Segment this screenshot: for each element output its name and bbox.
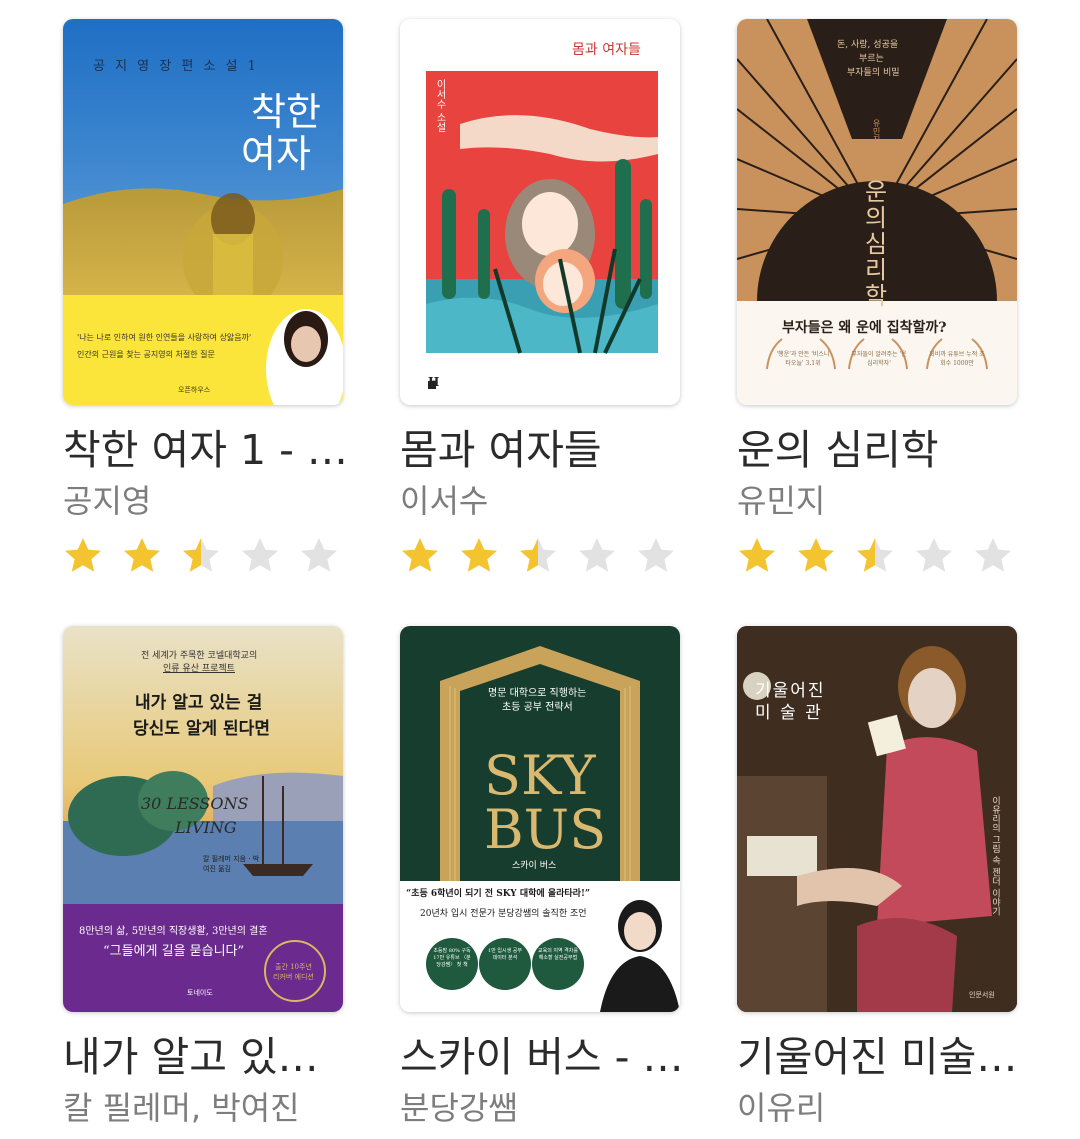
cover-award: 리커버 에디션	[273, 973, 314, 981]
cover-publisher-mark: H	[428, 375, 440, 389]
cover-publisher: 오픈하우스	[178, 386, 211, 394]
cover-small-title: 스카이 버스	[512, 861, 557, 871]
star-icon	[798, 538, 834, 572]
star-icon	[461, 538, 497, 572]
cover-question: 부자들은 왜 운에 집착할까?	[782, 320, 947, 336]
cover-badge: 회비까 유튜브 누적 조회수 1000만	[929, 351, 985, 367]
rating-stars	[400, 536, 690, 576]
cover-publisher: 인문서원	[969, 991, 995, 999]
book-title[interactable]: 몸과 여자들	[400, 425, 700, 475]
star-icon	[65, 538, 101, 572]
cover-quote: “초등 6학년이 되기 전 SKY 대학에 올라타라!”	[406, 889, 591, 899]
cover-series: 공 지 영 장 편 소 설 1	[93, 59, 259, 74]
cover-circle-text: 1만 입시생 공부 데이터 분석	[488, 948, 522, 961]
cover-vertical-text: 이서수 소설	[434, 79, 445, 133]
cover-title-vertical: 운 의 심 리 학	[861, 179, 891, 309]
star-icon	[739, 538, 775, 572]
cover-title: 미 술 관	[755, 703, 823, 723]
book-cover[interactable]: 기울어진 미 술 관 이유리의 그림 속 젠더 이야기 인문서원	[737, 626, 1017, 1012]
book-cover[interactable]: 돈, 사랑, 성공을 부르는 부자들의 비밀 유민지 지음 운 의 심 리 학 …	[737, 19, 1017, 405]
star-icon	[402, 538, 438, 572]
cover-title-char: 운	[864, 178, 888, 206]
book-cover[interactable]: 전 세계가 주목한 코넬대학교의 인류 유산 프로젝트 내가 알고 있는 걸 당…	[63, 626, 343, 1012]
book-author: 이유리	[737, 1089, 826, 1127]
cover-big-title: BUS	[484, 798, 607, 861]
cover-bottom: “그들에게 길을 묻습니다”	[103, 944, 245, 959]
cover-art	[63, 19, 343, 405]
book-author: 칼 필레머, 박여진	[63, 1089, 300, 1127]
cover-publisher: 토네이도	[187, 989, 213, 997]
cover-title-char: 심	[864, 230, 888, 258]
cover-title-char: 학	[864, 282, 888, 310]
cover-title-char: 리	[864, 256, 888, 284]
cover-award: 출간 10주년	[275, 963, 312, 971]
book-author: 공지영	[63, 482, 152, 520]
star-icon	[242, 538, 278, 572]
cover-english: 30 LESSONS	[141, 794, 249, 813]
book-grid: 공 지 영 장 편 소 설 1 착한 여자 '나는 나로 인하여 원한 인연들을…	[0, 0, 1080, 1139]
cover-line: 전 세계가 주목한 코넬대학교의	[141, 651, 258, 661]
book-cover[interactable]: 공 지 영 장 편 소 설 1 착한 여자 '나는 나로 인하여 원한 인연들을…	[63, 19, 343, 405]
book-title[interactable]: 내가 알고 있…	[63, 1032, 363, 1082]
cover-line: 20년차 입시 전문가 분당강쌤의 솔직한 조언	[420, 909, 587, 919]
cover-badge: '행운'과 만든 '비스니타오늘' 3.1위	[776, 351, 830, 367]
star-icon	[579, 538, 615, 572]
cover-top-line: 돈, 사랑, 성공을	[837, 40, 899, 50]
cover-translator: 칼 필레머 지음 · 박여진 옮김	[203, 855, 260, 873]
cover-badge: 부자들이 알려주는 '운 심리학자'	[851, 351, 907, 367]
cover-top-title: 몸과 여자들	[572, 42, 641, 58]
cover-line: 인류 유산 프로젝트	[163, 664, 235, 674]
cover-title: 당신도 알게 된다면	[133, 719, 270, 739]
cover-quote: '나는 나로 인하여 원한 인연들을 사랑하여 상앓음까'	[77, 333, 252, 342]
cover-subtitle: 명문 대학으로 직행하는	[488, 688, 587, 699]
cover-circle-text: 초등맘 80% 구독 17만 유튜브 〈분당강쌤〉 첫 책	[433, 948, 471, 968]
cover-circle-text: 교육의 지역 격차를 해소할 실전공부법	[538, 948, 578, 961]
book-cover[interactable]: 명문 대학으로 직행하는 초등 공부 전략서 SKY BUS 스카이 버스 “초…	[400, 626, 680, 1012]
star-icon	[638, 538, 674, 572]
cover-top-line: 부자들의 비밀	[847, 68, 900, 78]
cover-english: LIVING	[175, 818, 237, 837]
book-author: 이서수	[400, 482, 489, 520]
cover-tagline: 인간의 근원을 찾는 공지영의 처절한 질문	[77, 350, 215, 359]
book-author: 유민지	[737, 482, 826, 520]
book-title[interactable]: 착한 여자 1 - …	[63, 425, 363, 475]
cover-art	[426, 71, 658, 389]
cover-subtitle: 초등 공부 전략서	[502, 702, 573, 713]
cover-top-line: 부르는	[859, 54, 884, 64]
rating-stars	[63, 536, 353, 576]
cover-author-mark: 유민지 지음	[872, 119, 881, 162]
rating-stars	[737, 536, 1027, 576]
star-icon	[124, 538, 160, 572]
book-author: 분당강쌤	[400, 1089, 518, 1127]
star-icon	[975, 538, 1011, 572]
book-title[interactable]: 스카이 버스 - …	[400, 1032, 700, 1082]
star-icon	[857, 538, 893, 572]
book-cover[interactable]: 몸과 여자들 이서수 소설 H	[400, 19, 680, 405]
star-icon	[301, 538, 337, 572]
book-title[interactable]: 운의 심리학	[737, 425, 1037, 475]
book-title[interactable]: 기울어진 미술…	[737, 1032, 1037, 1082]
star-icon	[916, 538, 952, 572]
cover-title-2: 여자	[241, 132, 311, 176]
cover-title: 내가 알고 있는 걸	[135, 693, 263, 713]
cover-title-char: 의	[864, 204, 888, 232]
star-icon	[183, 538, 219, 572]
star-icon	[520, 538, 556, 572]
cover-vertical-text: 이유리의 그림 속 젠더 이야기	[990, 796, 1000, 916]
cover-bottom: 8만년의 삶, 5만년의 직장생활, 3만년의 결혼	[79, 926, 268, 937]
